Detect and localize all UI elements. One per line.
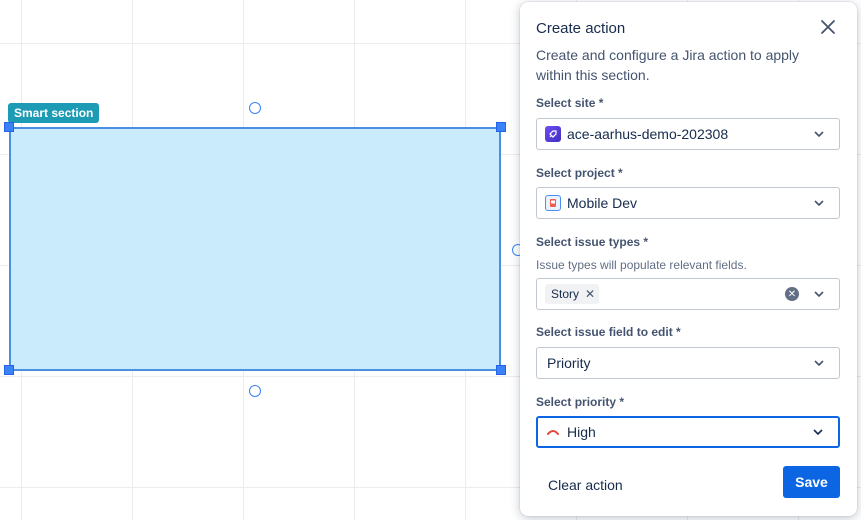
resize-handle-bottom-left[interactable] bbox=[4, 365, 14, 375]
create-action-panel: Create action Create and configure a Jir… bbox=[520, 2, 857, 516]
clear-action-button[interactable]: Clear action bbox=[536, 469, 635, 501]
chevron-down-icon bbox=[810, 424, 826, 440]
chevron-down-icon bbox=[811, 195, 827, 211]
issue-types-select[interactable]: Story ✕ ✕ bbox=[536, 278, 840, 310]
issue-field-select[interactable]: Priority bbox=[536, 347, 840, 379]
close-button[interactable] bbox=[817, 16, 839, 38]
priority-high-icon bbox=[545, 424, 561, 440]
chevron-down-icon bbox=[811, 286, 827, 302]
resize-handle-top-right[interactable] bbox=[496, 122, 506, 132]
site-rocket-icon bbox=[545, 126, 561, 142]
issue-types-tags: Story ✕ bbox=[545, 284, 785, 304]
site-label: Select site * bbox=[536, 96, 604, 110]
resize-handle-top-left[interactable] bbox=[4, 122, 14, 132]
project-label: Select project * bbox=[536, 166, 623, 180]
chevron-down-icon bbox=[811, 355, 827, 371]
issue-types-label: Select issue types * bbox=[536, 235, 649, 249]
issue-type-tag-label: Story bbox=[551, 287, 580, 301]
issue-field-value: Priority bbox=[547, 355, 591, 371]
save-button[interactable]: Save bbox=[783, 466, 840, 498]
smart-section-tag[interactable]: Smart section bbox=[8, 103, 100, 123]
project-icon bbox=[545, 195, 561, 211]
site-value: ace-aarhus-demo-202308 bbox=[567, 126, 729, 142]
priority-select[interactable]: High bbox=[536, 416, 840, 448]
connector-handle-bottom[interactable] bbox=[249, 385, 261, 397]
issue-types-help: Issue types will populate relevant field… bbox=[536, 258, 747, 272]
close-icon bbox=[821, 20, 835, 34]
smart-section[interactable] bbox=[9, 127, 501, 371]
resize-handle-bottom-right[interactable] bbox=[496, 365, 506, 375]
issue-field-label: Select issue field to edit * bbox=[536, 325, 681, 339]
project-select[interactable]: Mobile Dev bbox=[536, 187, 840, 219]
site-select[interactable]: ace-aarhus-demo-202308 bbox=[536, 118, 840, 150]
clear-selection-icon[interactable]: ✕ bbox=[785, 287, 799, 301]
priority-value: High bbox=[567, 424, 596, 440]
project-value: Mobile Dev bbox=[567, 195, 638, 211]
issue-type-tag: Story ✕ bbox=[545, 284, 600, 304]
connector-handle-top[interactable] bbox=[249, 102, 261, 114]
panel-title: Create action bbox=[536, 20, 626, 37]
remove-tag-icon[interactable]: ✕ bbox=[585, 287, 595, 301]
panel-description: Create and configure a Jira action to ap… bbox=[536, 47, 800, 83]
priority-label: Select priority * bbox=[536, 395, 625, 409]
chevron-down-icon bbox=[811, 126, 827, 142]
